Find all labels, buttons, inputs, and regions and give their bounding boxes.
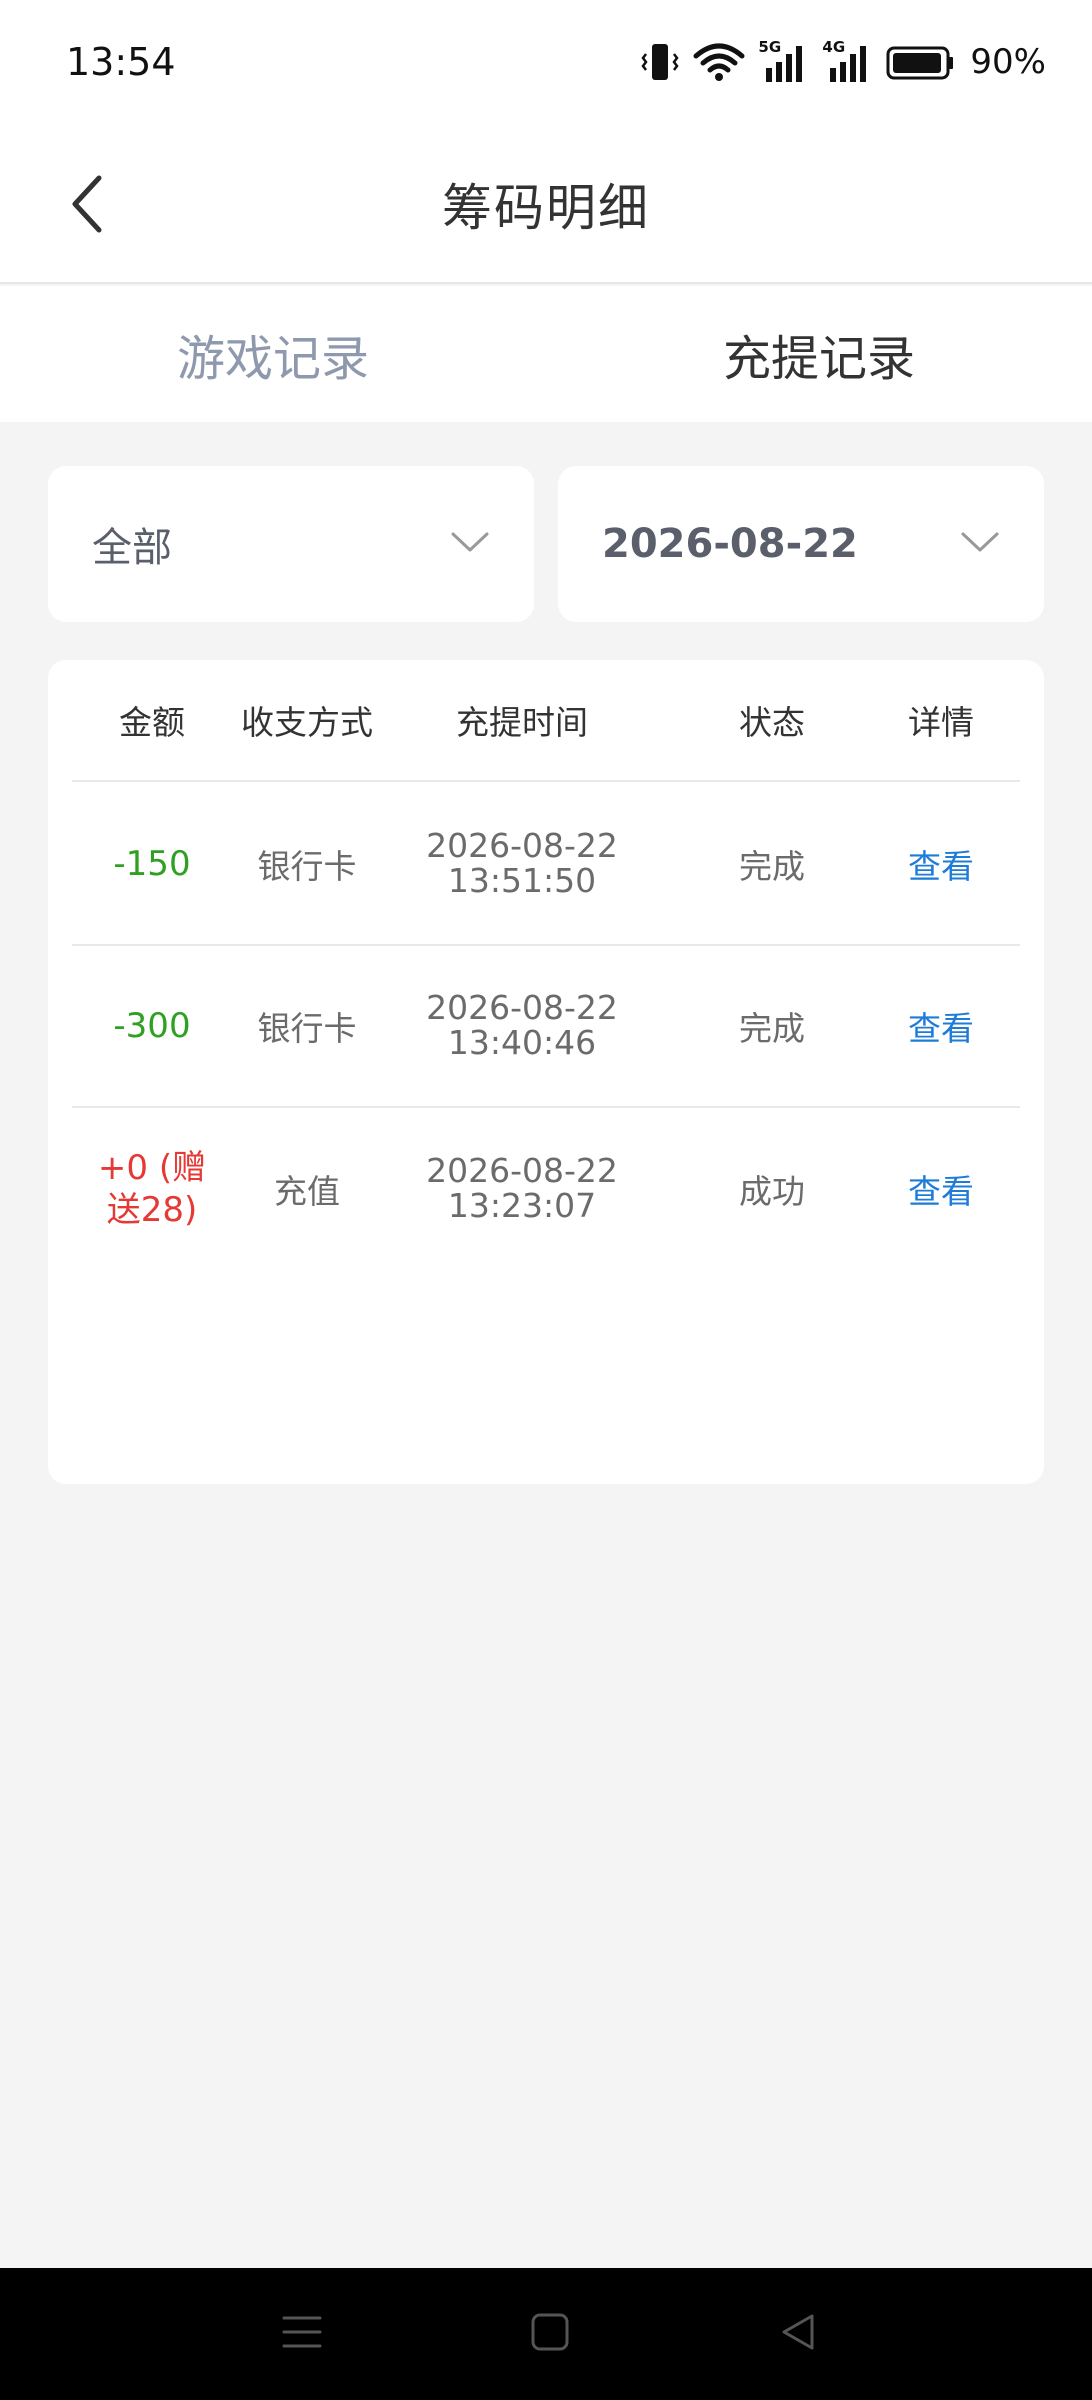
date-filter-dropdown[interactable]: 2026-08-22 [558,466,1044,622]
tab-game-records[interactable]: 游戏记录 [0,286,546,422]
time-value: 2026-08-22 13:51:50 [382,784,662,944]
status-bar: 13:54 5G 4G 90% [0,0,1092,128]
status-value: 完成 [739,1009,805,1048]
chevron-down-icon [450,530,490,558]
time-clock: 13:23:07 [447,1186,597,1225]
view-detail-link[interactable]: 查看 [862,784,1020,944]
table-header: 金额 收支方式 充提时间 状态 详情 [72,660,1020,782]
wifi-icon [692,40,746,84]
status-value: 成功 [739,1172,805,1211]
time-value: 2026-08-22 13:23:07 [382,1108,662,1270]
date-filter-value: 2026-08-22 [602,521,858,567]
view-detail-link[interactable]: 查看 [862,1108,1020,1270]
status-value: 完成 [739,847,805,886]
amount-value: +0 (赠送28) [97,1147,207,1231]
column-header-amount: 金额 [119,703,185,742]
table-row: +0 (赠送28) 充值 2026-08-22 13:23:07 成功 查看 [72,1108,1020,1270]
method-value: 银行卡 [257,847,357,886]
tab-bar: 游戏记录 充提记录 [0,286,1092,422]
time-date: 2026-08-22 [426,988,618,1028]
method-value: 充值 [274,1172,340,1211]
amount-value: -150 [113,843,191,884]
vibrate-icon [640,40,680,84]
tab-deposit-withdraw-records[interactable]: 充提记录 [546,286,1092,422]
column-header-detail: 详情 [908,703,974,742]
signal-4g-icon: 4G [822,38,874,84]
battery-icon [886,40,956,84]
menu-button[interactable] [272,2304,332,2364]
home-square-icon [528,2310,572,2358]
time-date: 2026-08-22 [426,826,618,866]
home-button[interactable] [520,2304,580,2364]
status-icons: 5G 4G 90% [640,38,1046,86]
table-row: -150 银行卡 2026-08-22 13:51:50 完成 查看 [72,784,1020,946]
time-clock: 13:40:46 [447,1023,597,1062]
column-header-status: 状态 [739,703,805,742]
view-detail-link[interactable]: 查看 [862,946,1020,1106]
menu-icon [280,2310,324,2358]
page-title: 筹码明细 [442,179,650,237]
back-nav-button[interactable] [768,2304,828,2364]
column-header-method: 收支方式 [241,703,373,742]
chevron-down-icon [960,530,1000,558]
signal-5g-icon: 5G [758,38,810,84]
status-time: 13:54 [66,40,176,84]
time-date: 2026-08-22 [426,1151,618,1191]
column-header-time: 充提时间 [456,703,588,742]
time-value: 2026-08-22 13:40:46 [382,946,662,1106]
battery-percent: 90% [970,42,1046,82]
records-table: 金额 收支方式 充提时间 状态 详情 -150 银行卡 2026-08-22 1… [48,660,1044,1484]
table-row: -300 银行卡 2026-08-22 13:40:46 完成 查看 [72,946,1020,1108]
type-filter-dropdown[interactable]: 全部 [48,466,534,622]
type-filter-value: 全部 [92,525,172,571]
amount-value: -300 [113,1005,191,1046]
header: 筹码明细 [0,128,1092,284]
system-navigation-bar [0,2268,1092,2400]
method-value: 银行卡 [257,1009,357,1048]
time-clock: 13:51:50 [447,861,597,900]
back-triangle-icon [776,2310,820,2358]
